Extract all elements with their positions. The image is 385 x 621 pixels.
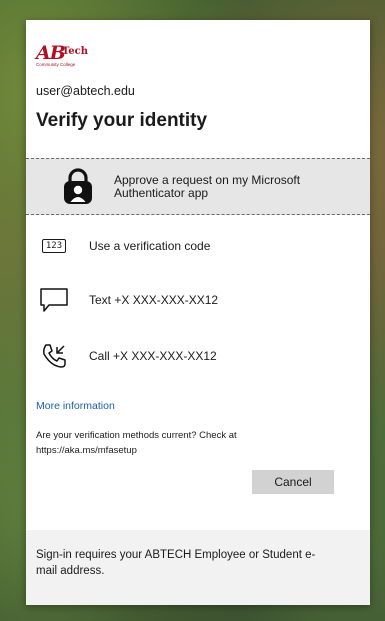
option-call[interactable]: Call +X XXX-XXX-XX12 [34,336,344,376]
phone-icon [34,336,74,376]
option-label: Use a verification code [89,238,211,253]
note-line-2: https://aka.ms/mfasetup [36,445,137,456]
message-icon [34,280,74,320]
user-email: user@abtech.edu [36,84,135,98]
option-label: Call +X XXX-XXX-XX12 [89,348,217,363]
option-text[interactable]: Text +X XXX-XXX-XX12 [34,280,344,320]
page-title: Verify your identity [36,110,208,131]
option-label: Text +X XXX-XXX-XX12 [89,292,219,307]
option-verification-code[interactable]: 123 Use a verification code [34,226,344,266]
logo-tech-text: Tech [62,46,89,57]
verification-code-icon: 123 [34,226,74,266]
authenticator-lock-icon [58,167,98,207]
abtech-logo: AB Tech Community College [36,42,96,68]
logo-mark: AB [36,42,66,64]
more-information-link[interactable]: More information [36,400,115,412]
option-label: Approve a request on my Microsoft Authen… [114,172,301,200]
note-line-1: Are your verification methods current? C… [36,430,237,441]
option-authenticator[interactable]: Approve a request on my Microsoft Authen… [26,158,370,215]
cancel-button[interactable]: Cancel [252,470,334,494]
logo-subtitle: Community College [36,62,76,67]
verification-note: Are your verification methods current? C… [36,428,296,458]
footer-panel: Sign-in requires your ABTECH Employee or… [26,530,370,605]
footer-text: Sign-in requires your ABTECH Employee or… [36,549,316,577]
